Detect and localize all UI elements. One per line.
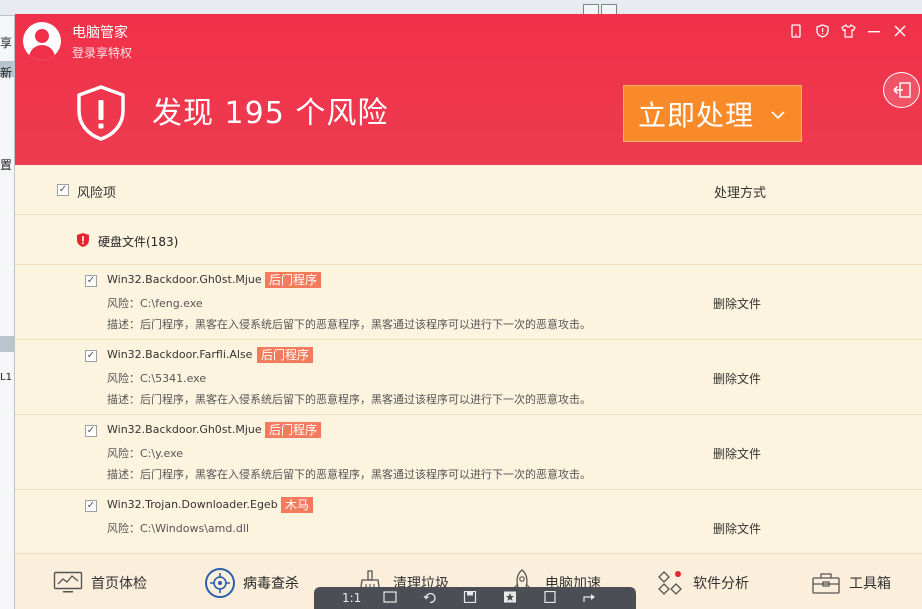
delete-file-action[interactable]: 删除文件 (713, 295, 761, 312)
exit-panel-icon[interactable] (883, 72, 920, 108)
row-checkbox[interactable]: ✓ (85, 425, 97, 437)
threat-path: 风险：C:\y.exe (107, 447, 184, 460)
group-label: 硬盘文件(183) (98, 235, 179, 249)
column-risk-item: 风险项 (77, 186, 117, 201)
avatar-shoulders (29, 45, 55, 60)
bg-fragment: 享 (0, 36, 13, 50)
login-link[interactable]: 登录享特权 (72, 44, 132, 61)
column-header: ✓ 风险项 处理方式 (15, 165, 922, 215)
share-icon[interactable] (582, 591, 598, 606)
row-checkbox[interactable]: ✓ (85, 275, 97, 287)
risk-row: ✓ Win32.Trojan.Downloader.Egeb 木马 风险：C:\… (15, 490, 922, 552)
threat-description: 描述：后门程序，黑客在入侵系统后留下的恶意程序，黑客通过该程序可以进行下一次的恶… (107, 393, 591, 406)
threat-description: 描述：后门程序，黑客在入侵系统后留下的恶意程序，黑客通过该程序可以进行下一次的恶… (107, 468, 591, 481)
header: 电脑管家 登录享特权 发现 195 个风险 立即处理 (15, 14, 922, 165)
risk-title: 发现 195 个风险 (152, 96, 389, 131)
shirt-icon[interactable] (840, 24, 856, 43)
favorite-icon[interactable] (502, 591, 518, 606)
avatar-head (35, 29, 49, 43)
nav-virus-scan[interactable]: 病毒查杀 (205, 568, 299, 598)
phone-icon[interactable] (788, 24, 804, 43)
nav-label: 软件分析 (693, 576, 749, 592)
shield-warning-icon (75, 84, 127, 142)
rotate-icon[interactable] (422, 591, 438, 606)
risk-row: ✓ Win32.Backdoor.Gh0st.Mjue 后门程序 风险：C:\y… (15, 415, 922, 490)
nav-home-checkup[interactable]: 首页体检 (53, 568, 147, 598)
threat-tag: 后门程序 (265, 422, 322, 438)
delete-file-action[interactable]: 删除文件 (713, 520, 761, 537)
red-shield-icon (76, 232, 90, 248)
background-sidebar: 享 新 置 L1 (0, 16, 15, 609)
toolbox-icon (811, 568, 841, 598)
group-disk-files[interactable]: 硬盘文件(183) (15, 215, 922, 265)
crosshair-icon (205, 568, 235, 598)
threat-name: Win32.Trojan.Downloader.Egeb (107, 498, 278, 511)
bg-band (0, 336, 15, 352)
save-icon[interactable] (462, 590, 478, 606)
zoom-actual-size[interactable]: 1:1 (342, 591, 361, 605)
threat-description: 描述：后门程序，黑客在入侵系统后留下的恶意程序，黑客通过该程序可以进行下一次的恶… (107, 318, 591, 331)
threat-name: Win32.Backdoor.Gh0st.Mjue (107, 273, 262, 286)
brand-title: 电脑管家 (72, 25, 128, 41)
threat-tag: 木马 (281, 497, 314, 513)
bg-fragment: 新 (0, 66, 13, 80)
risk-row: ✓ Win32.Backdoor.Farfli.Alse 后门程序 风险：C:\… (15, 340, 922, 415)
nav-toolbox[interactable]: 工具箱 (811, 568, 891, 598)
pc-manager-window: 电脑管家 登录享特权 发现 195 个风险 立即处理 ✓ 风险项 处理方式 硬盘… (15, 14, 922, 609)
bg-fragment: 置 (0, 158, 13, 172)
nav-label: 工具箱 (849, 576, 891, 592)
close-icon[interactable] (892, 25, 908, 42)
shield-icon[interactable] (814, 24, 830, 43)
viewer-toolbar: 1:1 (314, 587, 636, 609)
threat-path: 风险：C:\5341.exe (107, 372, 207, 385)
risk-row: ✓ Win32.Backdoor.Gh0st.Mjue 后门程序 风险：C:\f… (15, 265, 922, 340)
monitor-chart-icon (53, 568, 83, 598)
apps-icon (655, 568, 685, 598)
chevron-down-icon[interactable] (771, 104, 785, 125)
minimize-icon[interactable] (866, 24, 882, 43)
threat-tag: 后门程序 (257, 347, 314, 363)
avatar[interactable] (23, 22, 61, 60)
threat-path: 风险：C:\Windows\amd.dll (107, 522, 249, 535)
row-checkbox[interactable]: ✓ (85, 350, 97, 362)
fit-screen-icon[interactable] (382, 590, 398, 606)
handle-now-button[interactable]: 立即处理 (623, 85, 802, 142)
handle-now-label: 立即处理 (638, 98, 755, 132)
copy-icon[interactable] (542, 590, 558, 606)
row-checkbox[interactable]: ✓ (85, 500, 97, 512)
column-handling: 处理方式 (714, 186, 767, 201)
bg-fragment: L1 (0, 372, 12, 383)
nav-label: 病毒查杀 (243, 576, 299, 592)
delete-file-action[interactable]: 删除文件 (713, 370, 761, 387)
threat-tag: 后门程序 (265, 272, 322, 288)
threat-name: Win32.Backdoor.Farfli.Alse (107, 348, 253, 361)
window-actions (788, 24, 908, 43)
nav-label: 首页体检 (91, 576, 147, 592)
threat-name: Win32.Backdoor.Gh0st.Mjue (107, 423, 262, 436)
nav-software-analysis[interactable]: 软件分析 (655, 568, 749, 598)
select-all-checkbox[interactable]: ✓ (57, 184, 69, 196)
risk-list: ✓ Win32.Backdoor.Gh0st.Mjue 后门程序 风险：C:\f… (15, 265, 922, 552)
threat-path: 风险：C:\feng.exe (107, 297, 203, 310)
delete-file-action[interactable]: 删除文件 (713, 445, 761, 462)
